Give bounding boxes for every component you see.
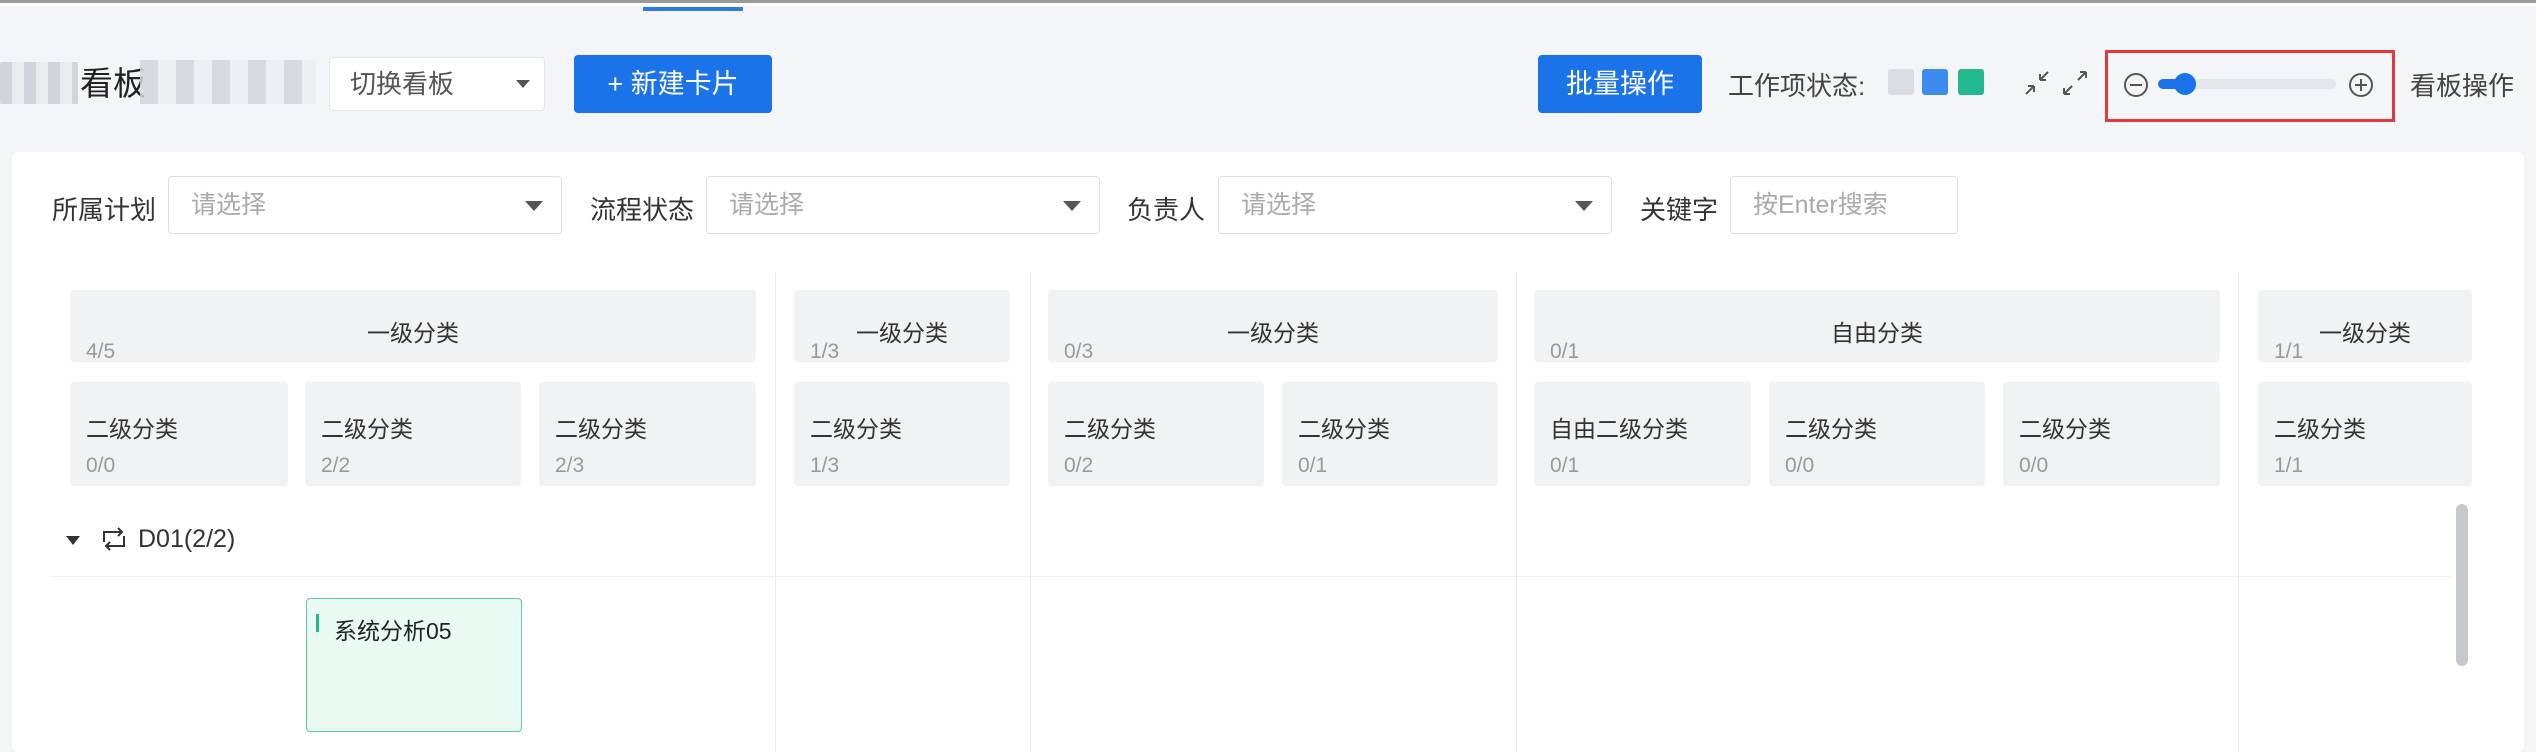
subcategory-header[interactable]: 二级分类 0/2 (1048, 382, 1264, 486)
keyword-search-placeholder: 按Enter搜索 (1753, 191, 1888, 219)
owner-filter-select[interactable]: 请选择 (1218, 176, 1612, 234)
subcategory-count: 1/1 (2274, 454, 2304, 477)
subcategory-title: 二级分类 (1785, 416, 1877, 442)
subcategory-count: 0/1 (1550, 454, 1580, 477)
subcategory-title: 自由二级分类 (1550, 416, 1688, 442)
owner-filter-label: 负责人 (1127, 195, 1206, 225)
subcategory-title: 二级分类 (2274, 416, 2366, 442)
card-status-bar (316, 614, 319, 632)
flow-status-filter-label: 流程状态 (590, 195, 695, 225)
flow-status-filter-placeholder: 请选择 (729, 191, 805, 219)
lane-collapse-caret-icon[interactable] (66, 536, 80, 545)
zoom-out-icon[interactable] (2121, 70, 2151, 100)
blurred-board-name (140, 60, 316, 104)
switch-board-label: 切换看板 (350, 69, 455, 99)
collapse-arrows-icon[interactable] (2022, 68, 2052, 98)
category-header[interactable]: 自由分类 0/1 (1534, 290, 2220, 363)
expand-arrows-icon[interactable] (2060, 68, 2090, 98)
board-operations-link[interactable]: 看板操作 (2410, 66, 2514, 103)
subcategory-header[interactable]: 二级分类 0/0 (2003, 382, 2220, 486)
category-count: 0/3 (1064, 340, 1094, 363)
new-card-button[interactable]: + 新建卡片 (574, 55, 772, 113)
vertical-scrollbar[interactable] (2456, 504, 2468, 666)
category-header[interactable]: 一级分类 4/5 (70, 290, 756, 363)
keyword-search-input[interactable]: 按Enter搜索 (1730, 176, 1958, 234)
column-divider (775, 272, 776, 752)
plan-filter-select[interactable]: 请选择 (168, 176, 562, 234)
chevron-down-icon (516, 80, 530, 88)
subcategory-header[interactable]: 二级分类 0/0 (70, 382, 288, 486)
category-title: 自由分类 (1831, 320, 1923, 346)
subcategory-header[interactable]: 二级分类 2/3 (539, 382, 756, 486)
keyword-filter-label: 关键字 (1640, 195, 1719, 225)
subcategory-count: 2/3 (555, 454, 585, 477)
category-title: 一级分类 (1227, 320, 1319, 346)
top-border (0, 0, 2536, 6)
batch-operation-button[interactable]: 批量操作 (1538, 55, 1702, 113)
subcategory-title: 二级分类 (321, 416, 413, 442)
subcategory-header[interactable]: 二级分类 0/1 (1282, 382, 1498, 486)
swimlane-title[interactable]: D01(2/2) (138, 525, 235, 554)
owner-filter-placeholder: 请选择 (1241, 191, 1317, 219)
subcategory-title: 二级分类 (555, 416, 647, 442)
subcategory-header[interactable]: 二级分类 0/0 (1769, 382, 1985, 486)
page-title: 看板 (80, 65, 146, 102)
category-header[interactable]: 一级分类 1/1 (2258, 290, 2472, 363)
category-header[interactable]: 一级分类 1/3 (794, 290, 1010, 363)
subcategory-count: 0/0 (2019, 454, 2049, 477)
zoom-in-icon[interactable] (2346, 70, 2376, 100)
card-title[interactable]: 系统分析05 (334, 612, 452, 646)
blurred-logo (0, 62, 78, 104)
switch-board-select[interactable]: 切换看板 (329, 57, 545, 111)
subcategory-count: 0/1 (1298, 454, 1328, 477)
column-divider (2238, 272, 2239, 752)
status-swatch-not-started[interactable] (1888, 69, 1914, 95)
work-status-label: 工作项状态: (1728, 71, 1866, 101)
column-divider (1516, 272, 1517, 752)
chevron-down-icon (1063, 201, 1081, 211)
flow-status-filter-select[interactable]: 请选择 (706, 176, 1100, 234)
category-count: 1/1 (2274, 340, 2304, 363)
category-header[interactable]: 一级分类 0/3 (1048, 290, 1498, 363)
subcategory-count: 0/0 (1785, 454, 1815, 477)
subcategory-title: 二级分类 (1064, 416, 1156, 442)
category-count: 0/1 (1550, 340, 1580, 363)
active-tab-indicator (643, 7, 743, 11)
category-count: 4/5 (86, 340, 116, 363)
subcategory-title: 二级分类 (1298, 416, 1390, 442)
column-divider (1030, 272, 1031, 752)
subcategory-title: 二级分类 (810, 416, 902, 442)
subcategory-count: 0/0 (86, 454, 116, 477)
chevron-down-icon (525, 201, 543, 211)
category-title: 一级分类 (367, 320, 459, 346)
plan-filter-placeholder: 请选择 (191, 191, 267, 219)
subcategory-title: 二级分类 (2019, 416, 2111, 442)
status-swatch-done[interactable] (1958, 69, 1984, 95)
subcategory-header[interactable]: 自由二级分类 0/1 (1534, 382, 1751, 486)
subcategory-title: 二级分类 (86, 416, 178, 442)
chevron-down-icon (1575, 201, 1593, 211)
subcategory-header[interactable]: 二级分类 1/1 (2258, 382, 2472, 486)
subcategory-count: 0/2 (1064, 454, 1094, 477)
swimlane-divider (52, 576, 2452, 577)
loop-icon (98, 524, 130, 554)
subcategory-header[interactable]: 二级分类 2/2 (305, 382, 521, 486)
category-count: 1/3 (810, 340, 840, 363)
zoom-slider-handle[interactable] (2173, 73, 2196, 95)
subcategory-count: 1/3 (810, 454, 840, 477)
subcategory-count: 2/2 (321, 454, 351, 477)
status-swatch-in-progress[interactable] (1922, 69, 1948, 95)
plan-filter-label: 所属计划 (52, 195, 157, 225)
subcategory-header[interactable]: 二级分类 1/3 (794, 382, 1010, 486)
